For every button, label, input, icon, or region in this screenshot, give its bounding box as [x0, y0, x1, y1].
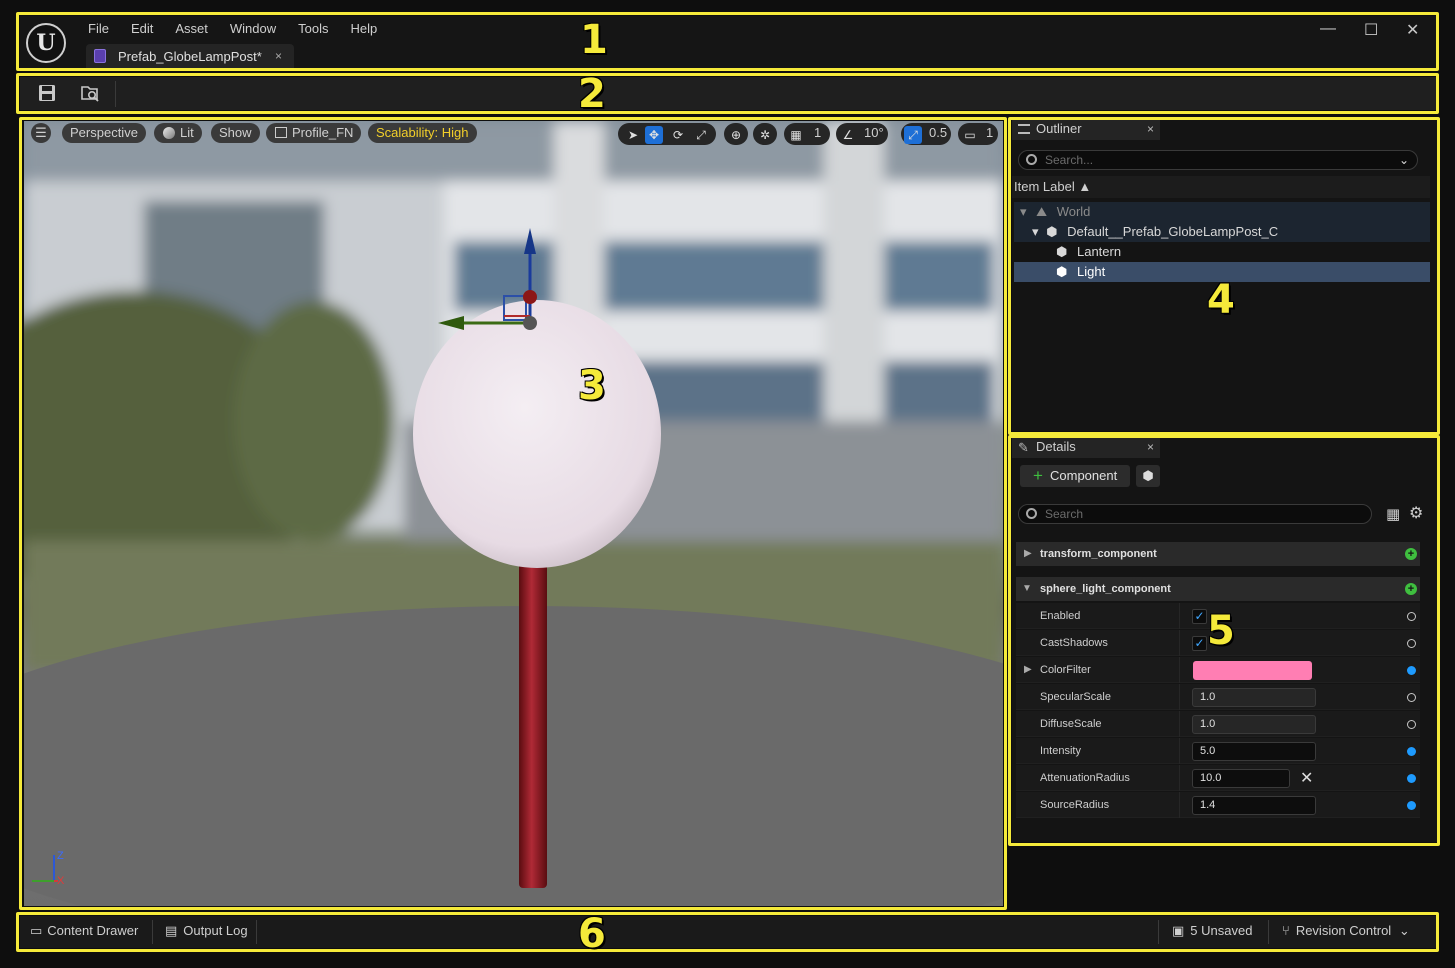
annotation-frame-3 [19, 117, 1007, 910]
annotation-number-6: 6 [578, 911, 606, 957]
annotation-number-3: 3 [578, 363, 606, 409]
annotation-frame-4 [1008, 117, 1440, 435]
annotation-frame-6 [16, 912, 1439, 952]
annotation-number-5: 5 [1207, 608, 1235, 654]
annotation-number-2: 2 [578, 71, 606, 117]
annotation-frame-2 [16, 73, 1439, 114]
annotation-number-4: 4 [1207, 277, 1235, 323]
annotation-number-1: 1 [580, 17, 608, 63]
annotation-frame-1 [16, 12, 1439, 71]
